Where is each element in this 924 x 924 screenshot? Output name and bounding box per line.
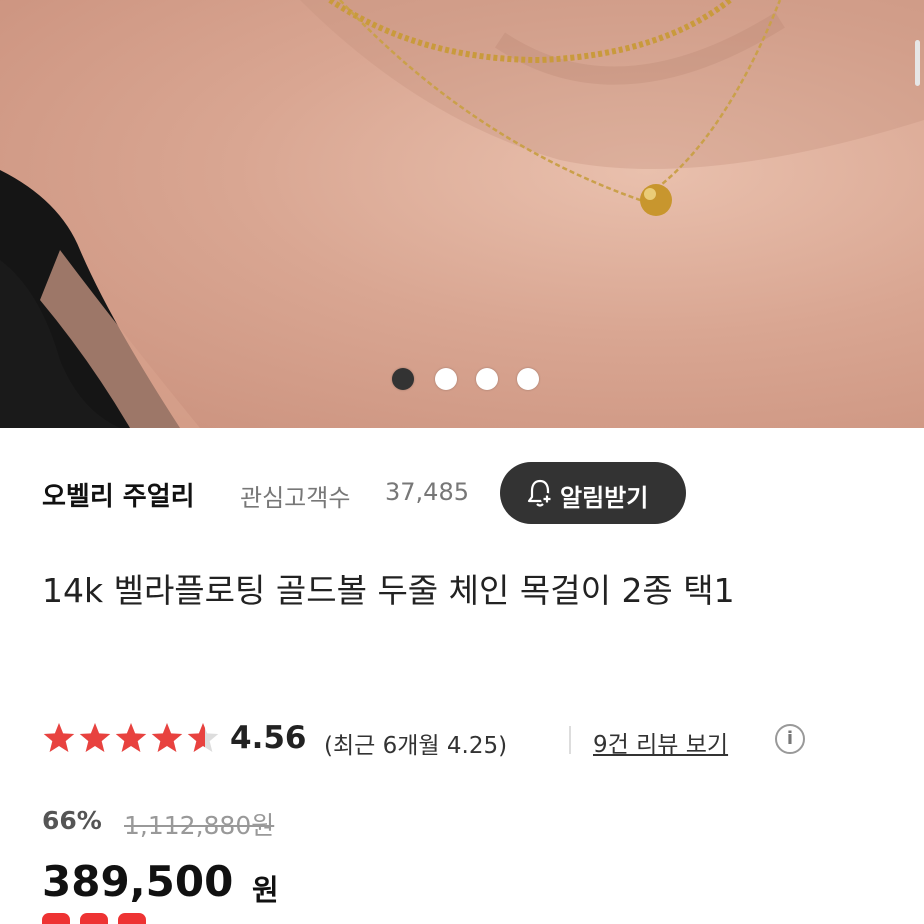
star-rating bbox=[42, 722, 222, 758]
sale-price: 389,500 bbox=[42, 857, 234, 906]
carousel-dot-3[interactable] bbox=[476, 368, 498, 390]
cutoff-badge bbox=[42, 913, 70, 924]
followers-label: 관심고객수 bbox=[240, 484, 351, 512]
star-filled bbox=[115, 723, 147, 752]
next-row-cutoff bbox=[42, 912, 342, 924]
cutoff-badge bbox=[118, 913, 146, 924]
review-link[interactable]: 9건 리뷰 보기 bbox=[593, 725, 728, 759]
discount-rate: 66% bbox=[42, 806, 102, 835]
rating-value: 4.56 bbox=[230, 720, 307, 756]
seller-name[interactable]: 오벨리 주얼리 bbox=[42, 476, 195, 513]
star-filled bbox=[151, 723, 183, 752]
carousel-dot-2[interactable] bbox=[435, 368, 457, 390]
cutoff-badge bbox=[80, 913, 108, 924]
carousel-dot-4[interactable] bbox=[517, 368, 539, 390]
scrollbar[interactable] bbox=[915, 40, 920, 86]
product-title: 14k 벨라플로팅 골드볼 두줄 체인 목걸이 2종 택1 bbox=[42, 571, 735, 610]
rating-recent: (최근 6개월 4.25) bbox=[324, 733, 508, 759]
divider bbox=[569, 726, 571, 754]
currency-unit: 원 bbox=[252, 873, 279, 907]
seller-info: 오벨리 주얼리 관심고객수 37,485 알림받기 bbox=[42, 462, 902, 524]
product-photo bbox=[0, 0, 924, 428]
rating-row: 4.56 (최근 6개월 4.25) 9건 리뷰 보기 i bbox=[42, 718, 902, 762]
followers-count: 37,485 bbox=[385, 478, 469, 506]
carousel-indicator bbox=[0, 366, 924, 392]
original-price: 1,112,880원 bbox=[124, 811, 275, 840]
star-filled bbox=[79, 723, 111, 752]
alarm-button-label: 알림받기 bbox=[560, 484, 649, 512]
product-image-carousel[interactable] bbox=[0, 0, 924, 428]
alarm-subscribe-button[interactable]: 알림받기 bbox=[500, 462, 686, 524]
bell-plus-icon bbox=[526, 478, 554, 514]
info-icon[interactable]: i bbox=[775, 724, 805, 754]
star-filled bbox=[43, 723, 75, 752]
carousel-dot-1[interactable] bbox=[392, 368, 414, 390]
